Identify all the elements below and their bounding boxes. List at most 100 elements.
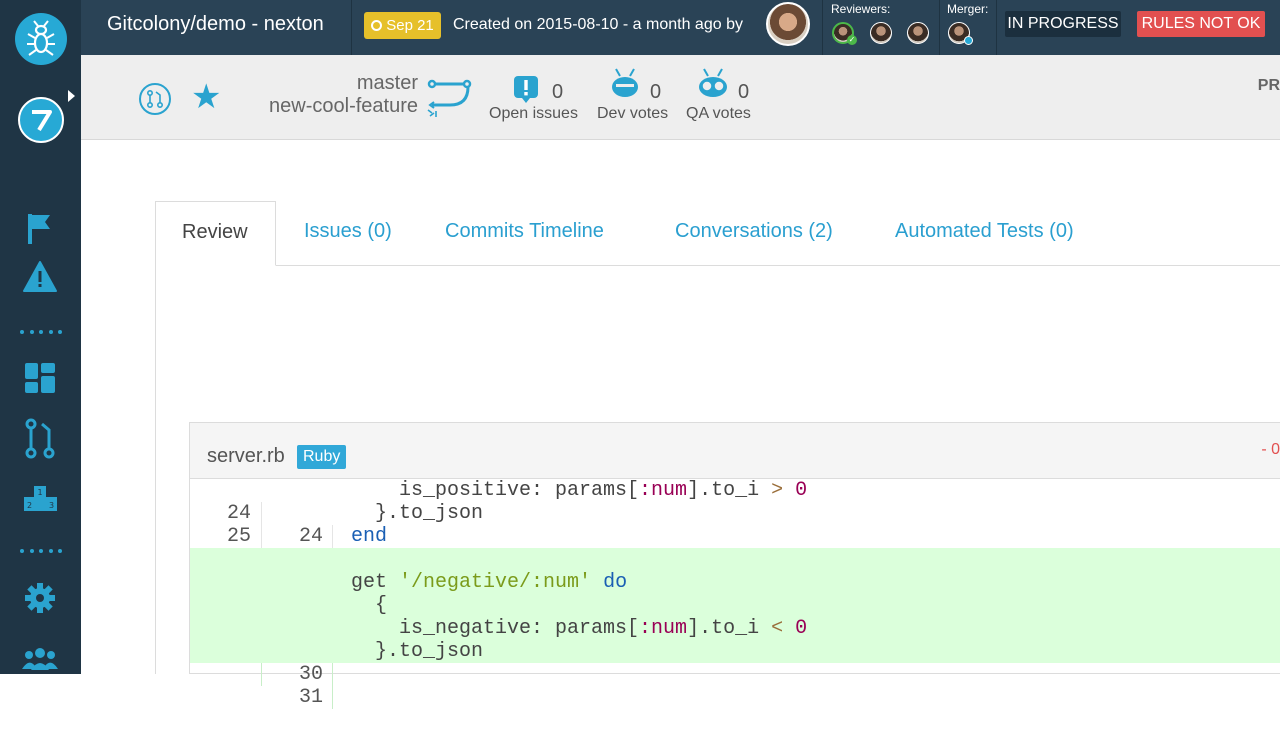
ant-glasses-icon [699,68,727,97]
code-text: { [351,594,388,617]
diff-line[interactable]: 25 25 }.to_json [190,502,1280,571]
pull-request-icon[interactable] [20,418,60,459]
open-issues-label: Open issues [489,105,578,122]
code-token: '/negative/:num' [399,571,592,594]
leaderboard-digit-1: 1 [37,488,42,497]
code-token: :num [639,617,688,640]
pr-label-truncated: PR [1257,77,1280,94]
reviewer-avatar[interactable] [907,22,929,44]
diff-line[interactable]: 26 26 end [190,525,1280,594]
ant-logo-icon [27,20,55,56]
leaderboard-digit-2: 2 [27,501,32,510]
open-issues-count: 0 [552,81,564,103]
code-token: :num [639,479,688,502]
file-name[interactable]: server.rb [207,445,285,468]
header-divider [996,0,997,55]
code-text: }.to_json [351,502,484,525]
new-line-number: 31 [262,686,333,709]
leaderboard-icon[interactable]: 12 3 [20,480,60,520]
deletions-count: - 0 [1261,441,1280,458]
merger-status-icon [964,36,973,45]
code-token: < [771,617,784,640]
branch-merge-icon [427,79,472,117]
tab-conversations[interactable]: Conversations (2) [675,201,833,265]
sidebar-divider [20,330,62,334]
new-line-number: 30 [262,663,333,686]
gear-icon[interactable] [20,578,60,618]
team-icon[interactable] [20,640,60,680]
code-token: ].to_i [687,479,772,502]
diff-code: 24 24 is_positive: params[:num].to_i > 0… [190,479,1280,709]
repo-title[interactable]: Gitcolony/demo - nexton [107,13,324,36]
code-token: is_negative: params[ [351,617,640,640]
project-seven-icon [32,110,52,132]
tab-review[interactable]: Review [155,201,276,266]
code-token: end [351,525,388,548]
source-branch: new-cool-feature [269,95,418,117]
tab-issues[interactable]: Issues (0) [304,201,392,265]
status-badge-rules[interactable]: RULES NOT OK [1137,11,1265,37]
due-date-text: Sep 21 [386,17,434,34]
diff-line-added[interactable]: 30 is_negative: params[:num].to_i < 0 [190,617,1280,686]
reviewer-avatar[interactable] [870,22,892,44]
exclamation-icon [514,76,538,103]
diff-file-header: server.rb Ruby - 0 [190,423,1280,479]
code-text: is_positive: params[:num].to_i > 0 [351,479,807,502]
ant-head-icon [612,68,638,97]
qa-votes-label: QA votes [686,105,751,122]
diff-file: server.rb Ruby - 0 24 24 is_positive: pa… [189,422,1280,709]
code-token: ].to_i [687,617,772,640]
code-text: get '/negative/:num' do [351,571,627,594]
target-branch: master [356,72,418,94]
pr-summary-bar: ★ master new-cool-feature 0 Open issues … [81,55,1280,140]
code-token: 0 [795,617,808,640]
dev-votes-count: 0 [650,81,662,103]
gitcolony-logo[interactable] [15,13,67,65]
tab-automated-tests[interactable]: Automated Tests (0) [895,201,1074,265]
diff-line-added[interactable]: 31 }.to_json [190,640,1280,709]
status-badge-progress: IN PROGRESS [1005,11,1121,37]
reviewers-label: Reviewers: [831,2,891,16]
tab-commits-timeline[interactable]: Commits Timeline [445,201,604,265]
flag-icon[interactable] [20,208,60,248]
code-token: do [603,571,628,594]
expand-arrow-icon[interactable] [68,90,75,102]
language-badge: Ruby [297,445,347,469]
code-text: is_negative: params[:num].to_i < 0 [351,617,807,640]
clock-icon [371,20,383,31]
dev-votes-label: Dev votes [597,105,669,122]
star-icon[interactable]: ★ [191,79,221,115]
warning-icon[interactable] [20,258,60,298]
diff-line-added[interactable]: 28 get '/negative/:num' do [190,571,1280,640]
diff-line-added[interactable]: 27 [190,548,1280,617]
diff-line[interactable]: 24 24 is_positive: params[:num].to_i > 0 [190,479,1280,548]
sidebar-divider [20,549,62,553]
header-divider [822,0,823,55]
qa-votes-count: 0 [738,81,750,103]
old-line-number [190,663,262,686]
created-info: Created on 2015-08-10 - a month ago by [453,16,743,33]
approved-check-icon: ✓ [847,35,857,45]
dashboard-icon[interactable] [20,358,60,398]
code-token: 0 [795,479,808,502]
code-text: }.to_json [351,640,484,663]
header-divider [351,0,352,55]
header-divider [939,0,940,55]
pull-request-circle-icon[interactable] [139,83,171,115]
code-token: is_positive: params[ [351,479,640,502]
project-avatar[interactable] [18,97,64,143]
code-text: end [351,525,387,548]
author-avatar[interactable] [766,2,810,46]
due-date-badge[interactable]: Sep 21 [364,12,441,39]
code-token: > [771,479,784,502]
top-header: Gitcolony/demo - nexton Sep 21 Created o… [81,0,1280,55]
sidebar: 12 3 [0,0,81,674]
merger-label: Merger: [947,2,989,16]
code-token: get [351,571,400,594]
diff-line-added[interactable]: 29 { [190,594,1280,663]
leaderboard-digit-3: 3 [49,501,54,510]
pr-tabs: Review Issues (0) Commits Timeline Conve… [155,201,1280,266]
